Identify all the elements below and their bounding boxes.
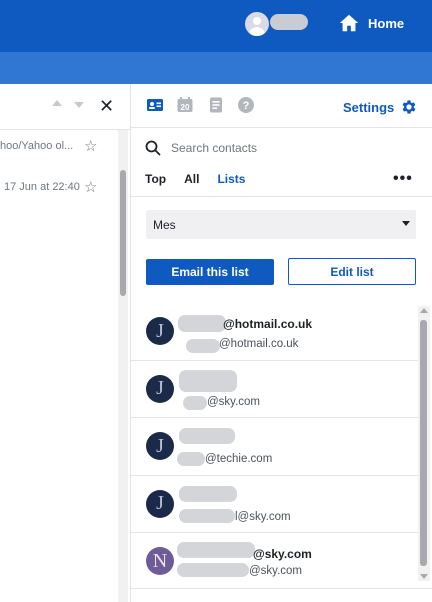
home-link[interactable]: Home [338,10,404,36]
list-item[interactable]: J @hotmail.co.uk @hotmail.co.uk [131,303,418,361]
scroll-down-icon[interactable] [420,574,428,579]
list-item[interactable]: J l@sky.com [131,476,418,533]
edit-list-button[interactable]: Edit list [288,258,416,285]
user-avatar[interactable] [245,12,269,36]
email-toolbar: ✕ [0,84,130,130]
redacted-text [179,428,235,444]
contacts-toolbar: 20 ? Settings [131,84,432,128]
contact-email: @sky.com [207,395,260,408]
more-options-icon[interactable]: ••• [393,170,413,188]
list-item[interactable]: N @sky.com @sky.com [131,533,418,591]
scroll-up-icon[interactable] [420,308,428,313]
contact-search [145,138,415,158]
star-icon[interactable]: ☆ [84,178,97,196]
next-email-icon[interactable] [74,102,84,108]
avatar: J [146,374,174,403]
user-name-redacted[interactable] [270,14,308,30]
panel-footer [131,588,432,602]
home-icon [339,14,359,32]
avatar: N [146,547,174,575]
email-row[interactable]: 17 Jun at 22:40 ☆ [0,177,118,197]
scrollbar-thumb[interactable] [120,170,126,296]
contact-email: @techie.com [205,453,273,465]
redacted-text [177,563,249,577]
contact-list: J @hotmail.co.uk @hotmail.co.uk J @sky.c… [131,303,418,591]
settings-label: Settings [343,99,395,115]
contact-email: @hotmail.co.uk [219,338,299,350]
email-date: 17 Jun at 22:40 [4,181,80,193]
contacts-card-icon[interactable] [146,96,164,114]
redacted-text [177,542,255,558]
redacted-text [179,369,237,392]
tabs-divider [131,196,432,197]
svg-text:?: ? [243,100,250,112]
contacts-scrollbar[interactable] [418,306,430,581]
contacts-panel: 20 ? Settings Top All Lists ••• [131,84,432,602]
star-icon[interactable]: ☆ [84,137,97,155]
previous-email-icon[interactable] [52,100,62,106]
sub-header-bar [0,52,432,84]
list-dropdown-value: Mes [153,218,176,232]
top-header: Home [0,0,432,52]
avatar: J [146,317,174,345]
redacted-text [186,339,220,353]
gear-icon [402,100,416,114]
contacts-tabs: Top All Lists [145,172,263,192]
chevron-down-icon [402,221,410,226]
tab-top[interactable]: Top [145,172,166,192]
redacted-text [177,452,205,466]
list-item[interactable]: J @sky.com [131,361,418,418]
close-icon[interactable]: ✕ [99,96,114,116]
email-row[interactable]: hoo/Yahoo ol... ☆ [0,136,118,156]
contact-email: l@sky.com [235,510,291,523]
redacted-text [179,508,235,523]
list-dropdown[interactable]: Mes [146,210,416,239]
tab-lists[interactable]: Lists [217,172,245,192]
redacted-text [178,315,226,332]
redacted-text [183,395,207,410]
scrollbar-thumb[interactable] [420,320,427,566]
settings-button[interactable]: Settings [343,98,418,116]
email-reading-panel: ✕ hoo/Yahoo ol... ☆ 17 Jun at 22:40 ☆ [0,84,130,602]
avatar: J [146,489,174,518]
search-icon [145,140,161,156]
email-snippet: hoo/Yahoo ol... [0,140,74,152]
contact-email: @sky.com [249,565,302,577]
calendar-icon[interactable]: 20 [176,96,194,114]
email-list-button[interactable]: Email this list [146,259,274,285]
tab-all[interactable]: All [184,172,199,192]
email-scrollbar[interactable] [118,130,128,602]
list-item[interactable]: J @techie.com [131,418,418,476]
redacted-text [179,485,237,502]
help-icon[interactable]: ? [237,96,255,114]
contact-name: @hotmail.co.uk [223,317,313,331]
contact-name: @sky.com [253,547,312,561]
home-label: Home [368,15,405,31]
search-contacts-input[interactable] [171,141,371,155]
calendar-day: 20 [181,103,190,112]
avatar: J [146,432,174,460]
notepad-icon[interactable] [207,96,225,114]
